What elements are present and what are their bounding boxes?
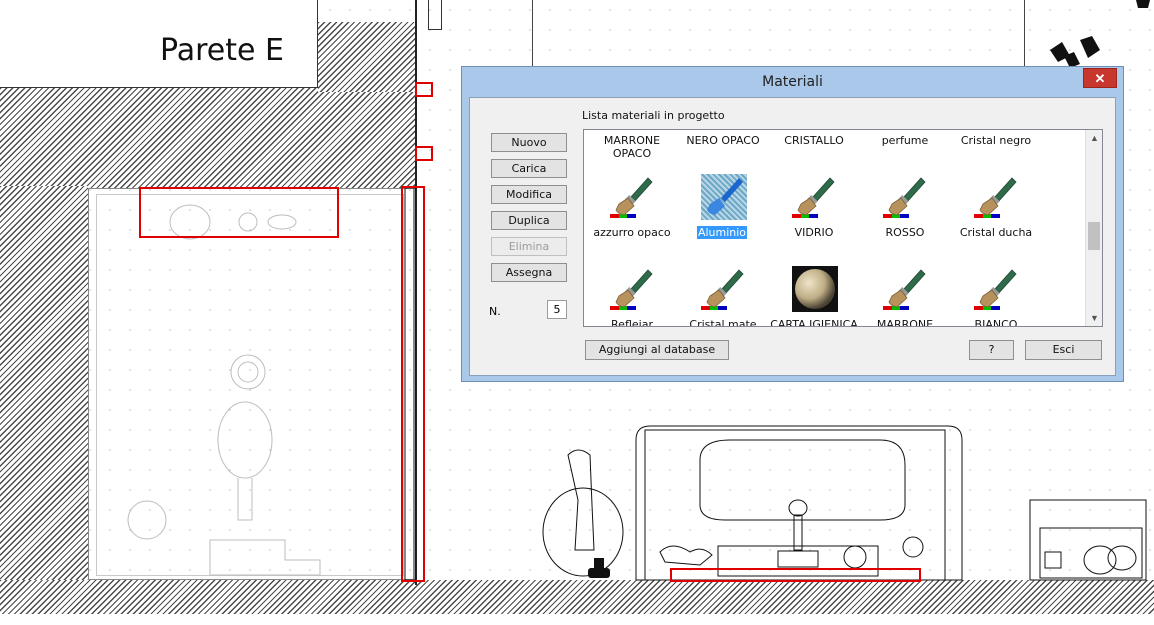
material-name: NERO OPACO bbox=[678, 134, 768, 147]
material-name: Cristal ducha bbox=[951, 226, 1041, 239]
material-name: BIANCO bbox=[951, 318, 1041, 327]
paint-brush-icon bbox=[974, 174, 1020, 220]
help-button[interactable]: ? bbox=[969, 340, 1014, 360]
material-name-text: CRISTALLO bbox=[784, 134, 844, 147]
material-name: Aluminio bbox=[688, 226, 756, 239]
material-name: CARTA IGIENICA bbox=[769, 318, 859, 327]
dialog-body: Nuovo Carica Modifica Duplica Elimina As… bbox=[469, 97, 1116, 376]
material-name-text: MARRONE bbox=[876, 318, 934, 327]
highlight-box bbox=[401, 186, 425, 582]
material-name-text: Cristal mate bbox=[689, 318, 757, 327]
material-name: azzurro opaco bbox=[587, 226, 677, 239]
scroll-up-icon[interactable]: ▲ bbox=[1086, 130, 1102, 146]
texture-thumbnail bbox=[701, 174, 747, 220]
paint-brush-icon bbox=[610, 266, 656, 312]
highlight-box bbox=[415, 82, 433, 97]
material-name-text: NERO OPACO bbox=[686, 134, 760, 147]
material-name-text: Cristal negro bbox=[960, 134, 1032, 147]
count-field[interactable]: 5 bbox=[547, 300, 567, 319]
material-name-text: Cristal ducha bbox=[959, 226, 1033, 239]
exit-button[interactable]: Esci bbox=[1025, 340, 1102, 360]
paint-brush-icon bbox=[974, 266, 1020, 312]
material-name: Cristal mate bbox=[678, 318, 768, 327]
materials-dialog: Materiali ✕ Nuovo Carica Modifica Duplic… bbox=[461, 66, 1124, 382]
highlight-box bbox=[415, 146, 433, 161]
material-name: Reflejar bbox=[587, 318, 677, 327]
load-button[interactable]: Carica bbox=[491, 159, 567, 178]
highlight-box bbox=[139, 187, 339, 238]
new-button[interactable]: Nuovo bbox=[491, 133, 567, 152]
material-name: CRISTALLO bbox=[769, 134, 859, 147]
count-label: N. bbox=[489, 305, 501, 318]
paint-brush-icon bbox=[792, 174, 838, 220]
material-name-text: Aluminio bbox=[696, 226, 748, 239]
material-name-text: MARRONE OPACO bbox=[603, 134, 661, 160]
scroll-thumb[interactable] bbox=[1088, 222, 1100, 250]
material-name: ROSSO bbox=[860, 226, 950, 239]
material-name-text: perfume bbox=[881, 134, 929, 147]
list-scrollbar[interactable]: ▲ ▼ bbox=[1085, 130, 1102, 326]
material-name: MARRONE OPACO bbox=[587, 134, 677, 160]
delete-button[interactable]: Elimina bbox=[491, 237, 567, 256]
paint-brush-icon bbox=[610, 174, 656, 220]
paint-brush-icon bbox=[883, 174, 929, 220]
materials-list-title: Lista materiali in progetto bbox=[582, 109, 725, 122]
scroll-down-icon[interactable]: ▼ bbox=[1086, 310, 1102, 326]
material-name-text: VIDRIO bbox=[794, 226, 834, 239]
duplicate-button[interactable]: Duplica bbox=[491, 211, 567, 230]
material-name-text: Reflejar bbox=[611, 318, 653, 327]
material-name-text: BIANCO bbox=[974, 318, 1018, 327]
material-name: Cristal negro bbox=[951, 134, 1041, 147]
close-button[interactable]: ✕ bbox=[1083, 68, 1117, 88]
highlight-box bbox=[670, 568, 921, 582]
paint-brush-icon bbox=[701, 266, 747, 312]
assign-button[interactable]: Assegna bbox=[491, 263, 567, 282]
sphere-thumbnail bbox=[792, 266, 838, 312]
material-name: VIDRIO bbox=[769, 226, 859, 239]
material-name-text: ROSSO bbox=[885, 226, 925, 239]
materials-list[interactable]: MARRONE OPACO NERO OPACO CRISTALLO perfume C… bbox=[583, 129, 1103, 327]
add-to-database-button[interactable]: Aggiungi al database bbox=[585, 340, 729, 360]
modify-button[interactable]: Modifica bbox=[491, 185, 567, 204]
material-name-text: CARTA IGIENICA bbox=[770, 318, 858, 327]
material-name: MARRONE bbox=[860, 318, 950, 327]
dialog-title[interactable]: Materiali bbox=[462, 67, 1123, 97]
material-name: perfume bbox=[860, 134, 950, 147]
paint-brush-icon bbox=[883, 266, 929, 312]
material-name-text: azzurro opaco bbox=[593, 226, 671, 239]
